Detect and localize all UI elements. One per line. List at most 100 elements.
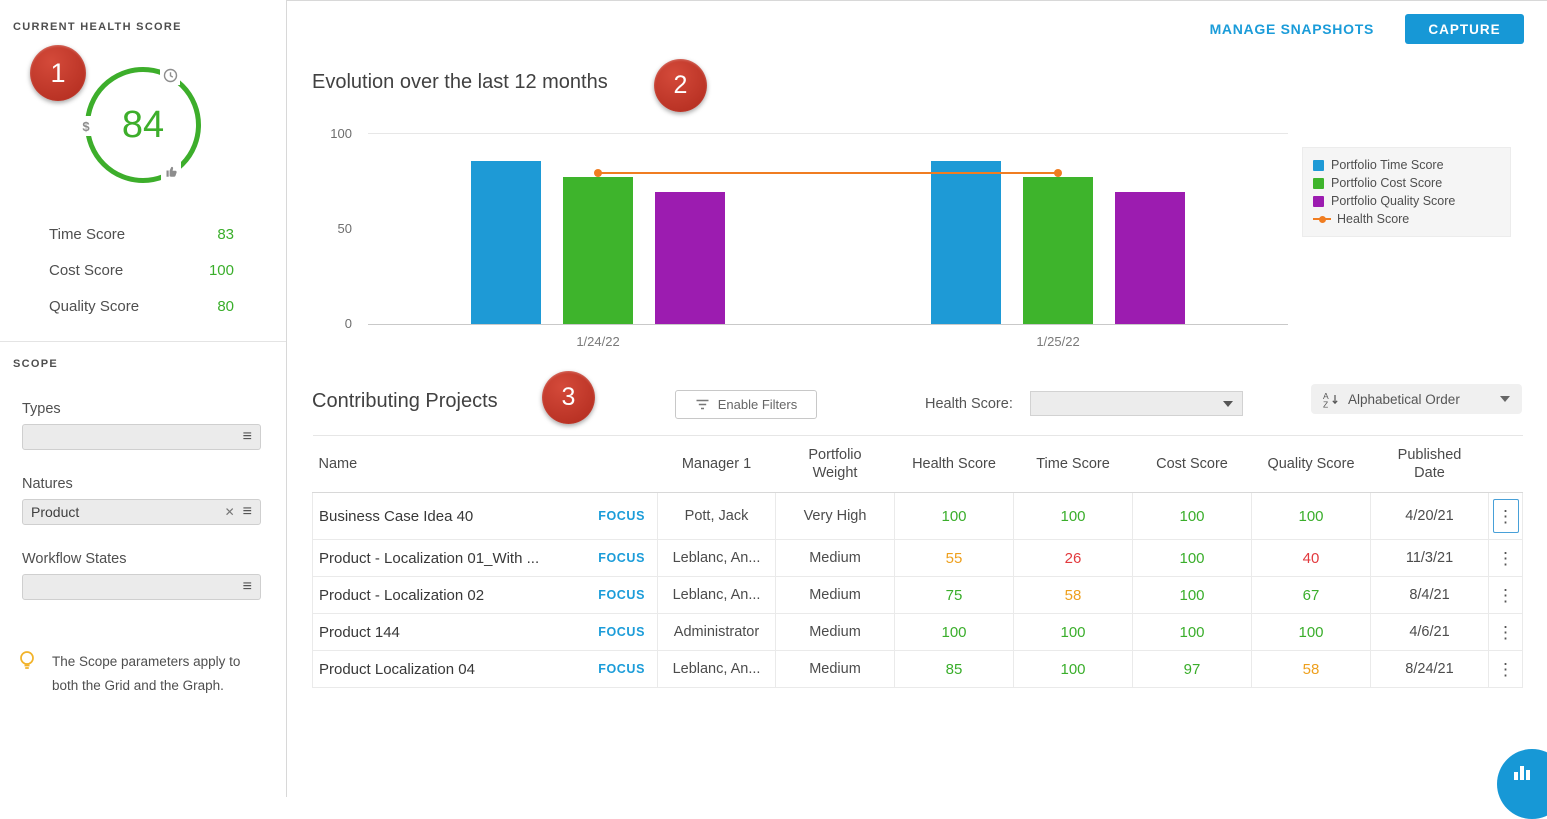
health-score-filter-dropdown[interactable] — [1030, 391, 1243, 416]
column-header-portfolio-weight[interactable]: Portfolio Weight — [776, 436, 895, 493]
lightbulb-icon — [16, 649, 38, 678]
health-score-line — [598, 172, 1058, 174]
bar-group — [931, 130, 1185, 324]
legend-label: Portfolio Quality Score — [1331, 194, 1455, 208]
project-name: Product - Localization 01_With ... — [319, 550, 539, 567]
list-picker-icon[interactable]: ≡ — [243, 579, 252, 595]
time-score-cell: 100 — [1014, 614, 1133, 651]
scope-tip-text: The Scope parameters apply to both the G… — [52, 650, 268, 698]
table-row[interactable]: Product - Localization 02FOCUSLeblanc, A… — [313, 577, 1523, 614]
annotation-badge-2: 2 — [654, 59, 707, 112]
project-name-cell: Product - Localization 01_With ... FOCUS — [313, 540, 658, 577]
list-picker-icon[interactable]: ≡ — [243, 429, 252, 445]
bar-portfolio-cost-score[interactable] — [1023, 177, 1093, 324]
annotation-badge-3: 3 — [542, 371, 595, 424]
health-score-cell: 100 — [895, 493, 1014, 540]
bar-portfolio-time-score[interactable] — [471, 161, 541, 324]
column-header-cost-score[interactable]: Cost Score — [1133, 436, 1252, 493]
clock-icon — [160, 65, 180, 85]
y-axis-tick: 50 — [314, 221, 352, 236]
kebab-menu-icon[interactable]: ⋮ — [1493, 499, 1519, 533]
legend-swatch — [1313, 160, 1324, 171]
focus-link[interactable]: FOCUS — [598, 662, 645, 676]
legend-item: Portfolio Quality Score — [1313, 192, 1500, 210]
top-border — [88, 0, 1547, 1]
portfolio-weight-cell: Medium — [776, 614, 895, 651]
project-name-cell: Product Localization 04FOCUS — [313, 651, 658, 688]
table-row[interactable]: Product Localization 04FOCUSLeblanc, An.… — [313, 651, 1523, 688]
natures-input[interactable]: Product ✕ ≡ — [22, 499, 261, 525]
chart-plot — [368, 130, 1288, 324]
chart-fab-button[interactable] — [1497, 749, 1547, 819]
x-axis-label: 1/24/22 — [576, 334, 619, 349]
quality-score-cell: 58 — [1252, 651, 1371, 688]
column-header-health-score[interactable]: Health Score — [895, 436, 1014, 493]
health-score-point — [594, 169, 602, 177]
table-header-row: Name Manager 1 Portfolio Weight Health S… — [313, 436, 1523, 493]
sidebar: CURRENT HEALTH SCORE 84 $ Time Score 83 … — [0, 0, 287, 797]
portfolio-weight-cell: Medium — [776, 540, 895, 577]
column-header-time-score[interactable]: Time Score — [1014, 436, 1133, 493]
time-score-value: 83 — [217, 226, 234, 243]
cost-score-cell: 100 — [1133, 577, 1252, 614]
types-input[interactable]: ≡ — [22, 424, 261, 450]
table-row[interactable]: Product 144FOCUSAdministratorMedium10010… — [313, 614, 1523, 651]
focus-link[interactable]: FOCUS — [598, 551, 645, 565]
cost-score-cell: 97 — [1133, 651, 1252, 688]
column-header-quality-score[interactable]: Quality Score — [1252, 436, 1371, 493]
enable-filters-button[interactable]: Enable Filters — [675, 390, 817, 419]
kebab-menu-icon[interactable]: ⋮ — [1494, 616, 1518, 648]
x-axis-line — [368, 324, 1288, 325]
manage-snapshots-link[interactable]: MANAGE SNAPSHOTS — [1210, 21, 1374, 37]
project-name: Product - Localization 02 — [319, 587, 484, 604]
quality-score-cell: 100 — [1252, 614, 1371, 651]
column-header-published-date[interactable]: Published Date — [1371, 436, 1489, 493]
scope-title: SCOPE — [13, 358, 58, 370]
clear-icon[interactable]: ✕ — [225, 505, 235, 519]
focus-link[interactable]: FOCUS — [598, 625, 645, 639]
dollar-icon: $ — [76, 116, 96, 136]
manager-cell: Leblanc, An... — [658, 651, 776, 688]
capture-button[interactable]: CAPTURE — [1405, 14, 1524, 44]
manager-cell: Pott, Jack — [658, 493, 776, 540]
health-score-point — [1054, 169, 1062, 177]
name-wrap: Product 144 FOCUS — [313, 624, 657, 641]
kebab-menu-icon[interactable]: ⋮ — [1494, 579, 1518, 611]
time-score-cell: 58 — [1014, 577, 1133, 614]
time-score-row: Time Score 83 — [49, 226, 234, 243]
column-header-manager[interactable]: Manager 1 — [658, 436, 776, 493]
kebab-menu-icon[interactable]: ⋮ — [1494, 653, 1518, 685]
bar-portfolio-time-score[interactable] — [931, 161, 1001, 324]
legend-label: Health Score — [1337, 212, 1409, 226]
bar-portfolio-quality-score[interactable] — [655, 192, 725, 324]
bar-portfolio-quality-score[interactable] — [1115, 192, 1185, 324]
portfolio-weight-cell: Medium — [776, 651, 895, 688]
y-axis-tick: 100 — [314, 126, 352, 141]
types-label: Types — [22, 401, 61, 417]
sort-order-dropdown[interactable]: AZ Alphabetical Order — [1311, 384, 1522, 414]
row-menu-cell: ⋮ — [1489, 540, 1523, 577]
health-score-cell: 75 — [895, 577, 1014, 614]
column-header-name[interactable]: Name — [313, 436, 658, 493]
table-row[interactable]: Business Case Idea 40FOCUSPott, JackVery… — [313, 493, 1523, 540]
legend-label: Portfolio Cost Score — [1331, 176, 1442, 190]
quality-score-label: Quality Score — [49, 298, 139, 315]
focus-link[interactable]: FOCUS — [598, 509, 645, 523]
health-score-filter-label: Health Score: — [925, 396, 1013, 412]
current-health-score-title: CURRENT HEALTH SCORE — [13, 21, 182, 33]
workflow-states-input[interactable]: ≡ — [22, 574, 261, 600]
thumbs-up-icon — [161, 161, 181, 181]
published-date-cell: 11/3/21 — [1371, 540, 1489, 577]
kebab-menu-icon[interactable]: ⋮ — [1494, 542, 1518, 574]
time-score-cell: 100 — [1014, 651, 1133, 688]
filter-icon — [695, 398, 710, 411]
project-name: Product 144 — [319, 624, 400, 641]
quality-score-cell: 67 — [1252, 577, 1371, 614]
health-score-cell: 100 — [895, 614, 1014, 651]
annotation-badge-1: 1 — [30, 45, 86, 101]
list-picker-icon[interactable]: ≡ — [243, 504, 252, 520]
focus-link[interactable]: FOCUS — [598, 588, 645, 602]
contributing-projects-table: Name Manager 1 Portfolio Weight Health S… — [312, 435, 1523, 688]
bar-portfolio-cost-score[interactable] — [563, 177, 633, 324]
table-row[interactable]: Product - Localization 01_With ...FOCUSL… — [313, 540, 1523, 577]
